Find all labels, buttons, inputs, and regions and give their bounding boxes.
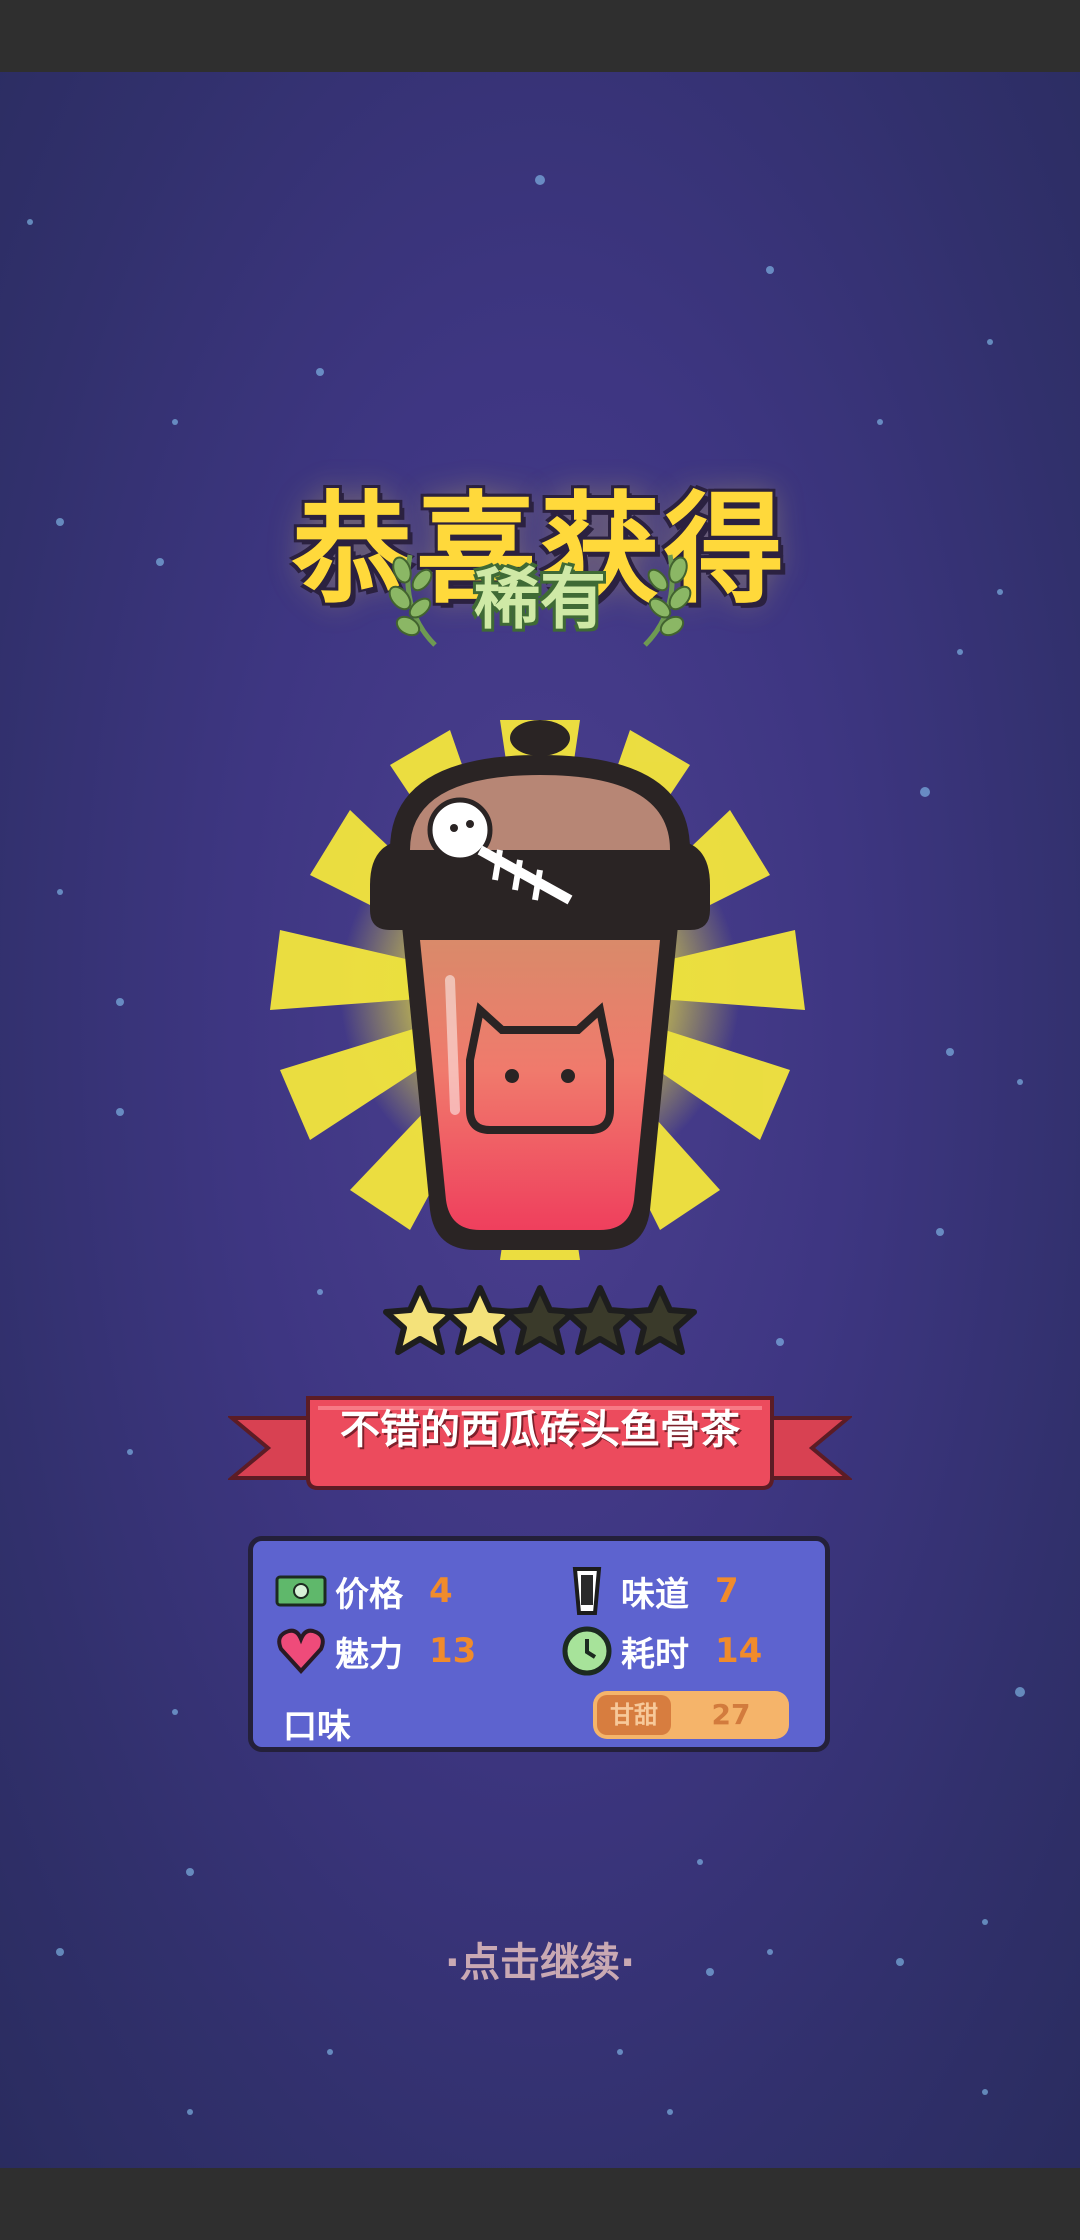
flavor-label: 口味 [283,1707,351,1747]
charm-value: 13 [429,1631,477,1671]
laurel-icon [643,554,692,647]
clock-icon [561,1625,613,1677]
flavor-tag: 甘甜 [597,1695,671,1735]
star-icon [503,1285,577,1355]
flavor-pill: 甘甜 27 [593,1691,789,1739]
stat-price: 价格 4 [275,1565,453,1617]
time-label: 耗时 [621,1634,689,1675]
cup-icon [561,1565,613,1617]
taste-value: 7 [715,1571,739,1611]
stat-taste: 味道 7 [561,1565,739,1617]
star-icon [443,1285,517,1355]
stat-time: 耗时 14 [561,1625,762,1677]
time-value: 14 [715,1631,763,1671]
status-bar [0,0,1080,72]
drink-cup-illustration [270,720,805,1260]
stats-panel: 价格 4 味道 7 魅力 13 耗时 14 口味 甘甜 27 [248,1536,830,1752]
navigation-bar [0,2168,1080,2240]
rarity-badge: 稀有 [380,540,700,660]
stat-charm: 魅力 13 [275,1625,476,1677]
star-icon [623,1285,697,1355]
star-icon [563,1285,637,1355]
price-label: 价格 [335,1574,403,1615]
price-value: 4 [429,1571,453,1611]
item-name: 不错的西瓜砖头鱼骨茶 [340,1407,740,1453]
rating-stars [383,1285,697,1355]
star-icon [383,1285,457,1355]
taste-label: 味道 [621,1574,689,1615]
heart-icon [275,1625,327,1677]
flavor-value: 27 [711,1698,751,1731]
charm-label: 魅力 [335,1634,403,1675]
money-icon [275,1565,327,1617]
tap-to-continue[interactable]: ·点击继续· [0,1930,1080,1988]
